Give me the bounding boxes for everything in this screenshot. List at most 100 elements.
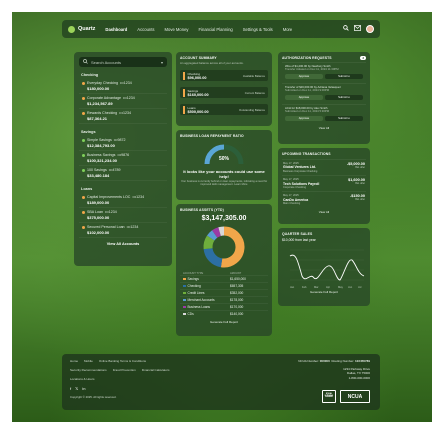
nav-financial-planning[interactable]: Financial Planning [199,27,233,32]
footer-link[interactable]: Fraud Prevention [113,368,136,372]
submit-to-button[interactable]: Submit to [325,73,363,79]
account-item[interactable]: Capital Improvements LOC •••1234 $189,000… [79,193,167,208]
account-balance: $102,000.00 [87,230,110,235]
mail-icon[interactable] [354,25,361,33]
nav-settings-tools[interactable]: Settings & Tools [243,27,273,32]
account-item[interactable]: Business Savings •••9876 $100,321,234.00 [79,151,167,166]
submit-to-button[interactable]: Submit to [325,115,363,121]
account-mask: •••1234 [132,195,145,199]
authorization-view-all[interactable]: View All [282,126,366,130]
transaction-payee: Tech Solutions Payroll [283,181,320,186]
table-row[interactable]: Merchant Accounts $178,000 [180,296,268,303]
table-row[interactable]: Savings $1,650,000 [180,275,268,282]
footer-link[interactable]: Security Recommendations [70,368,107,372]
transaction-row[interactable]: May 17, 2025 CanDo America Main Checking -… [282,191,366,207]
footer-link[interactable]: Home [70,359,78,363]
summary-row-bar [183,105,185,114]
account-mask: •••1234 [119,81,132,85]
search-icon[interactable] [343,25,349,33]
account-item[interactable]: Rewards Checking •••1234 $87,364.21 [79,109,167,124]
table-row[interactable]: CDs $140,000 [180,310,268,317]
legend-swatch [183,312,186,316]
generate-report-button[interactable]: Generate Full Report [180,320,268,324]
loan-ratio-title: BUSINESS LOAN REPAYMENT RATIO [180,134,244,138]
summary-right: Current Balance [244,90,265,95]
summary-row[interactable]: Savings $160,000.00 Current Balance [180,87,268,98]
footer-link[interactable]: Financial Calculators [142,368,170,372]
x-icon[interactable]: 𝕏 [75,386,78,391]
summary-row-bar [183,71,185,80]
donut-slice [218,226,225,236]
nav-move-money[interactable]: Move Money [165,27,189,32]
account-name: SBA Loan [87,210,103,214]
account-name: Business Savings [87,153,116,157]
account-name: Simple Savings [87,138,112,142]
brand-name: Quartz [78,26,96,32]
summary-row[interactable]: Checking $96,000.00 Available Balance [180,70,268,81]
transaction-row[interactable]: May 17, 2025 Tech Solutions Payroll Corpor… [282,175,366,191]
account-item[interactable]: 100 Savings •••4789 $33,480.184 [79,166,167,181]
account-mask: •••4789 [108,168,121,172]
group-title-savings: Savings [81,130,96,134]
search-accounts[interactable]: Search Accounts ▾ [79,57,167,67]
account-balance: $33,480.184 [87,173,110,178]
account-item[interactable]: SBA Loan •••1234 $375,000.00 [79,208,167,223]
nav-accounts[interactable]: Accounts [137,27,154,32]
sales-month-label: Mar [314,285,319,289]
user-avatar[interactable] [366,25,374,33]
sales-generate-report[interactable]: Generate Full Report [282,290,366,294]
linkedin-icon[interactable]: in [82,386,85,391]
nav-dashboard[interactable]: Dashboard [105,27,127,32]
account-balance: $87,364.21 [87,116,108,121]
business-assets-card: BUSINESS ASSETS (YTD) $3,147,305.00 ACCO… [176,204,272,336]
account-mask: •••1234 [105,210,117,214]
footer-link[interactable]: Mobile [84,359,93,363]
sales-month-label: May [338,285,344,289]
authorization-item: Transfer of $16,000.00 by Adriana Velasq… [282,82,366,102]
submit-to-button[interactable]: Submit to [325,94,363,100]
approve-button[interactable]: Approve [285,94,323,100]
upcoming-transactions-card: UPCOMING TRANSACTIONS May 17, 2025 Global… [278,148,370,224]
table-row[interactable]: Checking $657,305 [180,282,268,289]
authorization-item: ACH for $18,000.00 by Alex Smith Submitt… [282,103,366,123]
loan-ratio-note: It looks like your accounts could use so… [183,169,265,179]
account-item[interactable]: Simple Savings •••9872 $12,384,793.00 [79,136,167,151]
brand-logo[interactable]: Quartz [68,25,96,33]
nav-more[interactable]: More [283,27,293,32]
transaction-row[interactable]: May 17, 2025 Global Ventures Ltd. Business… [282,159,366,175]
authorization-card: AUTHORIZATION REQUESTS 3 Wire of $1,200.… [278,52,370,144]
quarter-sales-chart: Jan Feb Mar Apr May Jun Jul [289,249,365,289]
account-balance: $375,000.00 [87,215,110,220]
summary-row[interactable]: Loans $500,000.00 Outstanding Balance [180,104,268,115]
approve-button[interactable]: Approve [285,115,323,121]
transaction-after: Bal. after [355,182,365,186]
legend-swatch [183,298,186,302]
facebook-icon[interactable]: f [70,386,71,391]
account-summary-card: ACCOUNT SUMMARY An aggregated balance ac… [176,52,272,126]
legend-swatch [183,284,186,288]
authorization-sub: Submitted on Dec 11, 2024 5:30PM [285,109,330,114]
ncua-badge: NCUA [340,390,370,403]
view-all-accounts-link[interactable]: View All Accounts [79,242,167,246]
account-balance: $189,000.00 [87,200,110,205]
asset-amount: $352,000 [230,291,244,295]
account-balance: $100,321,234.00 [87,158,118,163]
legend-swatch [183,291,186,295]
donut-slice [212,227,222,238]
approve-button[interactable]: Approve [285,73,323,79]
authorization-sub: Submitted on Dec 11, 2024 9:00PM [285,88,330,93]
account-mask: •••1234 [126,225,139,229]
account-name: Rewards Checking [87,111,118,115]
account-item[interactable]: Secured Personal Loan •••1234 $102,000.00 [79,223,167,238]
account-item[interactable]: Everyday Checking •••1234 $180,000.00 [79,79,167,94]
footer-link[interactable]: Locations & Hours [70,377,95,381]
brand-logo-mark [68,25,75,33]
footer-link[interactable]: Online Banking Terms & Conditions [99,359,146,363]
table-row[interactable]: Business Loans $170,000 [180,303,268,310]
transactions-view-all[interactable]: View All [282,210,366,214]
asset-type: Checking [187,284,201,288]
assets-head-amount: AMOUNT [230,272,242,275]
table-row[interactable]: Credit Lines $352,000 [180,289,268,296]
sales-month-label: Feb [302,285,307,289]
account-item[interactable]: Corporate Advantage •••1234 $1,234,567.89 [79,94,167,109]
